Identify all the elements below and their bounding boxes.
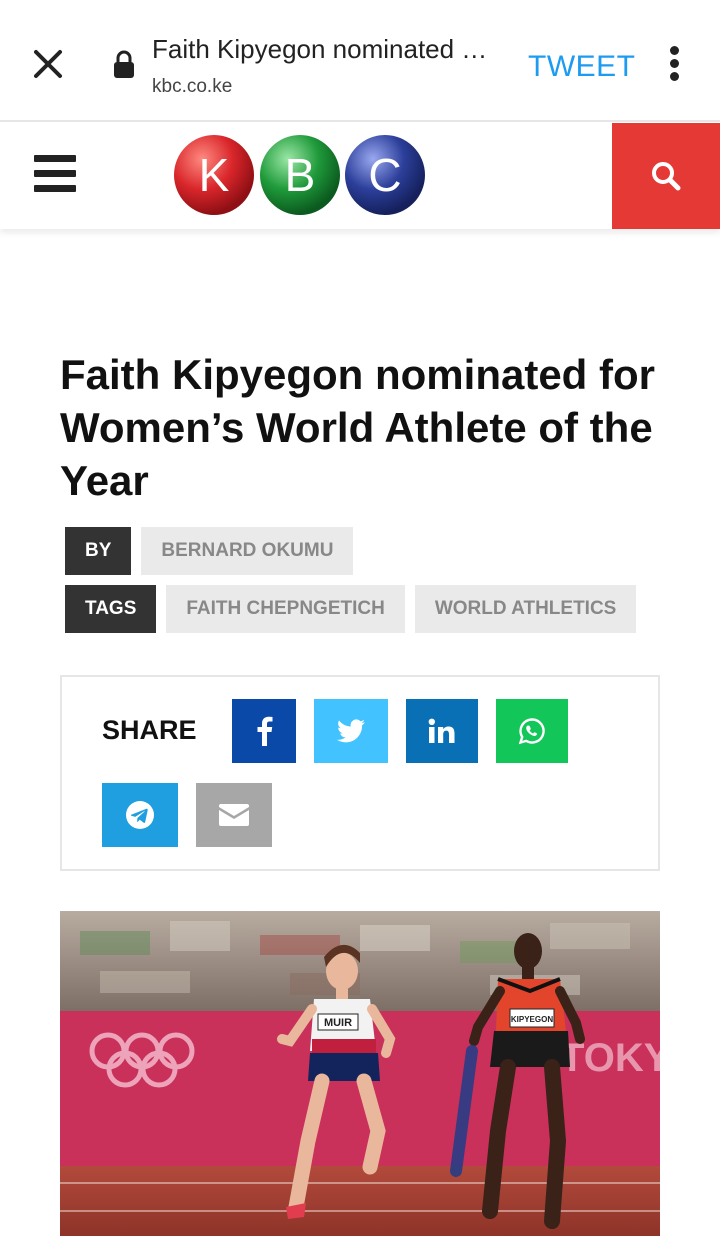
bib-muir: MUIR <box>324 1017 352 1029</box>
site-header: K B C <box>0 123 720 229</box>
tags-row: TAGS FAITH CHEPNGETICH WORLD ATHLETICS <box>65 585 637 633</box>
email-share-button[interactable] <box>196 783 272 847</box>
linkedin-share-button[interactable] <box>406 699 478 763</box>
bib-kipyegon: KIPYEGON <box>511 1015 553 1024</box>
share-label: SHARE <box>102 715 197 745</box>
facebook-icon <box>257 716 273 746</box>
share-box: SHARE <box>60 675 660 871</box>
browser-domain: kbc.co.ke <box>152 76 233 97</box>
lock-icon <box>112 50 136 80</box>
telegram-icon <box>126 801 154 829</box>
telegram-share-button[interactable] <box>102 783 178 847</box>
article-headline: Faith Kipyegon nominated for Women’s Wor… <box>60 351 655 504</box>
whatsapp-share-button[interactable] <box>496 699 568 763</box>
article-photo: TOKYO MUIR KIPYEGON <box>60 911 660 1236</box>
search-button[interactable] <box>612 123 720 229</box>
author-link[interactable]: BERNARD OKUMU <box>141 527 354 575</box>
menu-icon[interactable] <box>34 155 76 193</box>
more-options-icon[interactable] <box>664 46 684 86</box>
logo-letter-c: C <box>368 149 401 201</box>
browser-toolbar: Faith Kipyegon nominated … kbc.co.ke TWE… <box>0 0 720 122</box>
browser-page-title: Faith Kipyegon nominated … <box>152 34 488 64</box>
whatsapp-icon <box>518 718 545 745</box>
tags-label: TAGS <box>65 585 157 633</box>
author-row: BY BERNARD OKUMU <box>65 527 354 575</box>
logo-letter-k: K <box>199 149 230 201</box>
kbc-logo[interactable]: K B C <box>172 133 428 217</box>
email-icon <box>219 804 249 826</box>
photo-tokyo-text: TOKYO <box>560 1036 660 1080</box>
tag-link[interactable]: FAITH CHEPNGETICH <box>166 585 405 633</box>
linkedin-icon <box>428 718 455 743</box>
facebook-share-button[interactable] <box>232 699 296 763</box>
tweet-button[interactable]: TWEET <box>528 50 636 84</box>
tag-link[interactable]: WORLD ATHLETICS <box>414 585 637 633</box>
by-label: BY <box>65 527 132 575</box>
twitter-share-button[interactable] <box>314 699 388 763</box>
close-icon[interactable] <box>28 44 68 84</box>
logo-letter-b: B <box>285 149 316 201</box>
search-icon <box>652 162 681 191</box>
twitter-icon <box>337 719 365 743</box>
